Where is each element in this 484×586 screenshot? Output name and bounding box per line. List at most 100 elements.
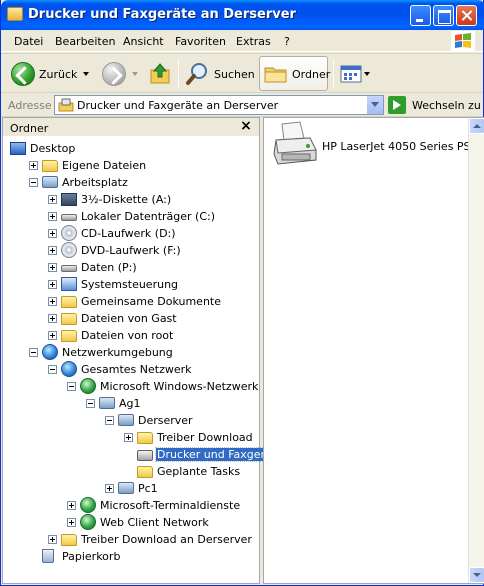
chevron-down-icon[interactable] (364, 72, 370, 76)
folders-button[interactable]: Ordner (259, 56, 331, 91)
collapse-icon[interactable] (48, 365, 57, 374)
expand-icon[interactable] (105, 484, 114, 493)
tree-node[interactable]: Dateien von Gast (3, 310, 259, 327)
collapse-icon[interactable] (86, 399, 95, 408)
up-button[interactable] (149, 58, 171, 90)
window-title: Drucker und Faxgeräte an Derserver (28, 7, 296, 22)
tree-node[interactable]: 3½-Diskette (A:) (3, 191, 259, 208)
folder-printer-icon (58, 98, 74, 112)
tree-node[interactable]: Microsoft-Terminaldienste (3, 497, 259, 514)
tree-node[interactable]: Treiber Download an Derserver (3, 531, 259, 548)
forward-arrow-icon (102, 62, 126, 86)
windows-network-icon (80, 378, 96, 394)
tree-node[interactable]: Microsoft Windows-Netzwerk (3, 378, 259, 395)
back-label: Zurück (39, 67, 78, 81)
address-input[interactable]: Drucker und Faxgeräte an Derserver (54, 95, 384, 115)
menu-bearbeiten[interactable]: Bearbeiten (55, 35, 115, 48)
close-icon[interactable]: × (239, 119, 253, 133)
printer-icon (273, 121, 317, 165)
maximize-button[interactable] (433, 5, 454, 26)
tree-node-label: Eigene Dateien (62, 159, 147, 172)
folder-icon (61, 296, 77, 308)
collapse-icon[interactable] (105, 416, 114, 425)
tree-node-label: 3½-Diskette (A:) (81, 193, 172, 206)
title-bar[interactable]: Drucker und Faxgeräte an Derserver (1, 0, 484, 30)
computer-icon (118, 482, 134, 494)
expand-icon[interactable] (67, 518, 76, 527)
chevron-down-icon[interactable] (83, 72, 90, 76)
tree-node[interactable]: Gesamtes Netzwerk (3, 361, 259, 378)
tree-node[interactable]: Drucker und Faxgeräte (3, 446, 285, 463)
tree-node[interactable]: Geplante Tasks (3, 463, 259, 480)
chevron-down-icon[interactable] (132, 72, 138, 76)
expand-icon[interactable] (48, 212, 57, 221)
expand-icon[interactable] (67, 501, 76, 510)
tree-node-label: Systemsteuerung (81, 278, 179, 291)
toolbar: Zurück Suchen Ordner (1, 53, 483, 93)
expand-icon[interactable] (48, 297, 57, 306)
tree-node[interactable]: Ag1 (3, 395, 259, 412)
collapse-icon[interactable] (29, 348, 38, 357)
tree-node[interactable]: Lokaler Datenträger (C:) (3, 208, 259, 225)
go-arrow-icon (388, 96, 406, 114)
expand-icon[interactable] (29, 161, 38, 170)
tree-node[interactable]: Netzwerkumgebung (3, 344, 259, 361)
back-button[interactable]: Zurück (11, 58, 90, 90)
tree-node-label: Gesamtes Netzwerk (81, 363, 192, 376)
folders-label: Ordner (292, 67, 331, 81)
tree-node[interactable]: Web Client Network (3, 514, 259, 531)
expand-icon[interactable] (124, 433, 133, 442)
minimize-button[interactable] (410, 5, 431, 26)
close-button[interactable] (456, 5, 477, 26)
globe-icon (61, 361, 77, 377)
tree-node-label: Treiber Download (157, 431, 253, 444)
tree-node[interactable]: Daten (P:) (3, 259, 259, 276)
tree-node-label: Papierkorb (62, 550, 121, 563)
collapse-icon[interactable] (67, 382, 76, 391)
tree-node-label: Microsoft Windows-Netzwerk (100, 380, 259, 393)
menu-help[interactable]: ? (284, 35, 290, 48)
views-icon (340, 65, 362, 83)
expand-icon[interactable] (48, 314, 57, 323)
tree-node[interactable]: Desktop (3, 140, 259, 157)
tree-node[interactable]: Arbeitsplatz (3, 174, 259, 191)
forward-button[interactable] (102, 58, 138, 90)
views-button[interactable] (340, 58, 370, 90)
expand-icon[interactable] (48, 535, 57, 544)
tree-node[interactable]: Papierkorb (3, 548, 259, 565)
expand-icon[interactable] (48, 331, 57, 340)
vertical-scrollbar[interactable] (468, 118, 484, 583)
tree-node[interactable]: Pc1 (3, 480, 259, 497)
tree-node[interactable]: CD-Laufwerk (D:) (3, 225, 259, 242)
scroll-up-button[interactable] (469, 118, 484, 134)
menu-ansicht[interactable]: Ansicht (123, 35, 164, 48)
expand-icon[interactable] (48, 195, 57, 204)
tree-node-label: DVD-Laufwerk (F:) (81, 244, 181, 257)
menu-extras[interactable]: Extras (236, 35, 271, 48)
tree-node[interactable]: Treiber Download (3, 429, 259, 446)
folder-icon (61, 313, 77, 325)
tree-node[interactable]: Systemsteuerung (3, 276, 259, 293)
tree-node[interactable]: Eigene Dateien (3, 157, 259, 174)
menu-favoriten[interactable]: Favoriten (175, 35, 226, 48)
scroll-down-button[interactable] (469, 567, 484, 583)
tree-node[interactable]: DVD-Laufwerk (F:) (3, 242, 259, 259)
tree-node-label: Geplante Tasks (157, 465, 241, 478)
menu-datei[interactable]: Datei (14, 35, 43, 48)
search-button[interactable]: Suchen (186, 58, 255, 90)
expand-icon[interactable] (48, 246, 57, 255)
toolbar-separator (333, 59, 334, 87)
go-button[interactable]: Wechseln zu (388, 95, 481, 115)
expand-icon[interactable] (48, 280, 57, 289)
tree-node[interactable]: Gemeinsame Dokumente (3, 293, 259, 310)
tree-node-label: Desktop (30, 142, 76, 155)
expand-icon[interactable] (48, 263, 57, 272)
back-arrow-icon (11, 62, 35, 86)
address-dropdown-button[interactable] (366, 96, 383, 114)
collapse-icon[interactable] (29, 178, 38, 187)
tree-node[interactable]: Derserver (3, 412, 259, 429)
expand-icon[interactable] (48, 229, 57, 238)
tree-node[interactable]: Dateien von root (3, 327, 259, 344)
recycle-bin-icon (42, 549, 54, 563)
tree-node-label: Daten (P:) (81, 261, 137, 274)
